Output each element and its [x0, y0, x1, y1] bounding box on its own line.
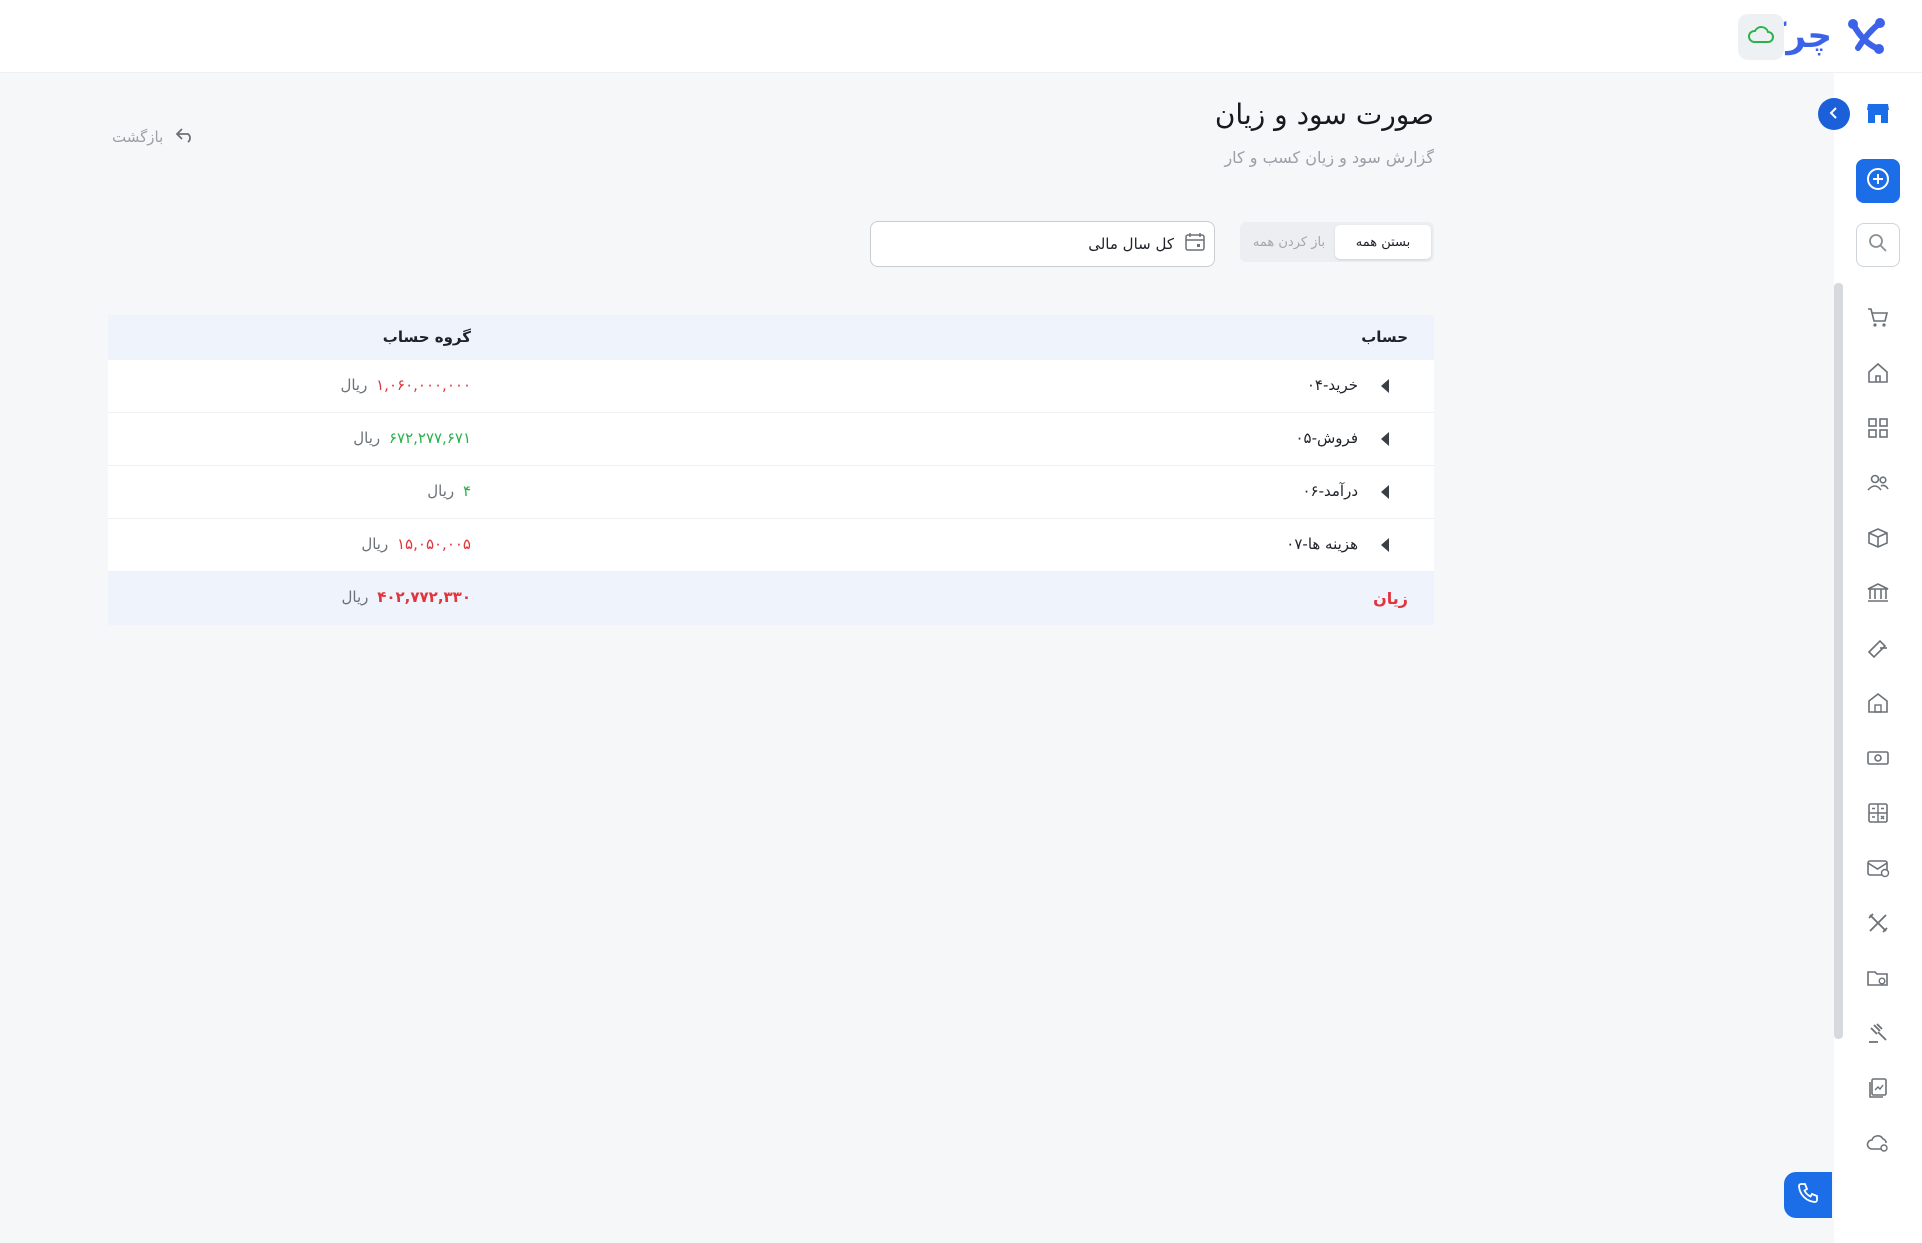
sidebar-item-store[interactable]	[1856, 93, 1900, 137]
account-name: ۰۵-فروش	[1295, 429, 1358, 447]
table-header: حساب گروه حساب	[108, 315, 1434, 360]
sidebar-item-bank[interactable]	[1856, 573, 1900, 617]
sidebar-item-tools[interactable]	[1856, 903, 1900, 947]
amount-value: ۱۵,۰۵۰,۰۰۵	[397, 535, 471, 553]
calculator-icon	[1866, 801, 1890, 829]
table-row[interactable]: ۰۴-خرید ۱,۰۶۰,۰۰۰,۰۰۰ ریال	[108, 360, 1434, 413]
total-row: زیان ۴۰۲,۷۷۲,۳۳۰ ریال	[108, 572, 1434, 625]
report-icon	[1866, 1076, 1890, 1104]
bank-icon	[1866, 581, 1890, 609]
warehouse-icon	[1866, 691, 1890, 719]
account-amount: ۶۷۲,۲۷۷,۶۷۱ ریال	[353, 429, 471, 447]
grid-icon	[1866, 416, 1890, 444]
cloud-icon	[1748, 26, 1774, 48]
box-icon	[1866, 526, 1890, 554]
account-name: ۰۴-خرید	[1306, 376, 1358, 394]
currency-label: ریال	[340, 376, 368, 394]
expand-all-button[interactable]: باز کردن همه	[1243, 225, 1335, 259]
logo-mark-icon	[1844, 14, 1888, 58]
back-button[interactable]: بازگشت	[112, 126, 195, 148]
sidebar-item-cloud-settings[interactable]	[1856, 1123, 1900, 1167]
cloud-settings-icon	[1866, 1131, 1890, 1159]
cloud-sync-button[interactable]	[1738, 14, 1784, 60]
collapse-all-button[interactable]: بستن همه	[1335, 225, 1431, 259]
plus-circle-icon	[1865, 166, 1891, 196]
sidebar-item-products[interactable]	[1856, 518, 1900, 562]
sidebar-add-button[interactable]	[1856, 159, 1900, 203]
top-bar: چرکه	[0, 0, 1922, 73]
total-amount-value: ۴۰۲,۷۷۲,۳۳۰	[377, 588, 471, 606]
amount-value: ۴	[462, 482, 471, 500]
sidebar-collapse-button[interactable]	[1818, 98, 1850, 130]
account-amount: ۱۵,۰۵۰,۰۰۵ ریال	[361, 535, 471, 553]
sidebar-item-home[interactable]	[1856, 353, 1900, 397]
cash-icon	[1866, 746, 1890, 774]
expand-collapse-toggle: بستن همه باز کردن همه	[1240, 222, 1434, 262]
account-name: ۰۷-هزینه ها	[1286, 535, 1358, 553]
sidebar-item-legal[interactable]	[1856, 1013, 1900, 1057]
expand-caret-icon[interactable]	[1381, 538, 1389, 552]
sidebar-item-messages[interactable]	[1856, 848, 1900, 892]
page-subtitle: گزارش سود و زیان کسب و کار	[1224, 148, 1434, 167]
sidebar	[1834, 73, 1922, 1243]
sidebar-item-warehouse[interactable]	[1856, 683, 1900, 727]
sidebar-item-accounting[interactable]	[1856, 793, 1900, 837]
calendar-icon	[1184, 231, 1206, 257]
support-call-button[interactable]	[1784, 1172, 1832, 1218]
currency-label: ریال	[361, 535, 389, 553]
cart-icon	[1866, 306, 1890, 334]
sidebar-item-shopping[interactable]	[1856, 298, 1900, 342]
amount-value: ۱,۰۶۰,۰۰۰,۰۰۰	[376, 376, 471, 394]
profit-loss-table: حساب گروه حساب ۰۴-خرید ۱,۰۶۰,۰۰۰,۰۰۰ ریا…	[108, 315, 1434, 625]
period-input[interactable]	[924, 235, 1174, 253]
amount-value: ۶۷۲,۲۷۷,۶۷۱	[388, 429, 471, 447]
sidebar-item-dashboard[interactable]	[1856, 408, 1900, 452]
account-name: ۰۶-درآمد	[1302, 482, 1358, 500]
account-amount: ۴ ریال	[427, 482, 471, 500]
page-title: صورت سود و زیان	[1214, 98, 1434, 131]
currency-label: ریال	[353, 429, 381, 447]
sidebar-item-people[interactable]	[1856, 463, 1900, 507]
expand-caret-icon[interactable]	[1381, 485, 1389, 499]
sidebar-item-reports[interactable]	[1856, 1068, 1900, 1112]
total-label: زیان	[1373, 589, 1408, 608]
sidebar-item-checks[interactable]	[1856, 628, 1900, 672]
home-icon	[1866, 361, 1890, 389]
header-account: حساب	[1361, 328, 1408, 346]
expand-caret-icon[interactable]	[1381, 432, 1389, 446]
phone-icon	[1796, 1181, 1820, 1209]
sidebar-search-button[interactable]	[1856, 223, 1900, 267]
expand-caret-icon[interactable]	[1381, 379, 1389, 393]
table-row[interactable]: ۰۵-فروش ۶۷۲,۲۷۷,۶۷۱ ریال	[108, 413, 1434, 466]
table-row[interactable]: ۰۶-درآمد ۴ ریال	[108, 466, 1434, 519]
total-amount: ۴۰۲,۷۷۲,۳۳۰ ریال	[342, 588, 471, 606]
sidebar-item-cash[interactable]	[1856, 738, 1900, 782]
header-account-group: گروه حساب	[382, 328, 471, 346]
sidebar-item-documents[interactable]	[1856, 958, 1900, 1002]
check-icon	[1866, 636, 1890, 664]
store-icon	[1865, 100, 1891, 130]
folder-icon	[1866, 966, 1890, 994]
tools-icon	[1866, 911, 1890, 939]
account-amount: ۱,۰۶۰,۰۰۰,۰۰۰ ریال	[340, 376, 471, 394]
sidebar-scrollbar[interactable]	[1834, 283, 1843, 1039]
table-row[interactable]: ۰۷-هزینه ها ۱۵,۰۵۰,۰۰۵ ریال	[108, 519, 1434, 572]
chevron-left-icon	[1827, 105, 1841, 124]
users-icon	[1866, 471, 1890, 499]
currency-label: ریال	[341, 588, 369, 606]
period-select[interactable]	[870, 221, 1215, 267]
mail-icon	[1866, 856, 1890, 884]
gavel-icon	[1866, 1021, 1890, 1049]
back-arrow-icon	[175, 126, 195, 148]
back-label: بازگشت	[112, 128, 164, 146]
currency-label: ریال	[427, 482, 455, 500]
search-icon	[1868, 233, 1888, 257]
